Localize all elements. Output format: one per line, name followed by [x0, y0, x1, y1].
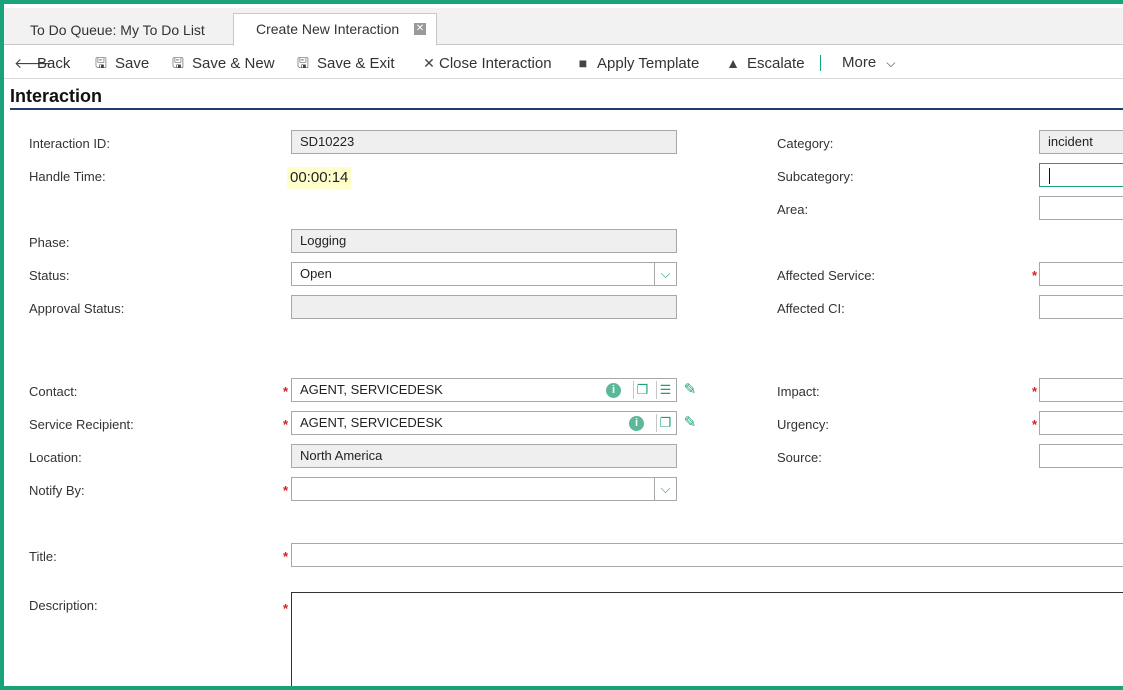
- section-title: Interaction: [10, 86, 103, 106]
- required-marker: *: [1032, 384, 1038, 399]
- section-divider: [10, 108, 1123, 110]
- interaction-id-label: Interaction ID:: [29, 136, 110, 151]
- location-label: Location:: [29, 450, 82, 465]
- list-icon[interactable]: ☰: [656, 381, 674, 399]
- approval-status-label: Approval Status:: [29, 301, 125, 316]
- notify-by-select[interactable]: ⌵: [291, 477, 677, 501]
- urgency-input[interactable]: [1039, 411, 1123, 435]
- urgency-label: Urgency:: [777, 417, 830, 432]
- affected-service-input[interactable]: [1039, 262, 1123, 286]
- info-icon[interactable]: i: [606, 383, 621, 398]
- status-value: Open: [300, 266, 332, 281]
- phase-label: Phase:: [29, 235, 70, 250]
- source-label: Source:: [777, 450, 822, 465]
- approval-status-field: [291, 295, 677, 319]
- required-marker: *: [283, 601, 289, 616]
- interaction-id-field: SD10223: [291, 130, 677, 154]
- description-textarea[interactable]: [291, 592, 1123, 686]
- location-field: North America: [291, 444, 677, 468]
- back-button[interactable]: 🡐Back: [14, 51, 70, 75]
- escalate-button[interactable]: ▲ Escalate: [724, 51, 804, 75]
- affected-ci-input[interactable]: [1039, 295, 1123, 319]
- title-label: Title:: [29, 549, 57, 564]
- impact-label: Impact:: [777, 384, 820, 399]
- status-select[interactable]: Open ⌵: [291, 262, 677, 286]
- required-marker: *: [1032, 417, 1038, 432]
- open-record-icon[interactable]: ❐: [656, 414, 674, 432]
- tab-bar: To Do Queue: My To Do List Create New In…: [4, 8, 1123, 46]
- save-exit-button[interactable]: 🖫 Save & Exit: [294, 51, 395, 75]
- handle-time-label: Handle Time:: [29, 169, 106, 184]
- toolbar: 🡐Back 🖫 Save 🖫 Save & New 🖫 Save & Exit ✕ Cl…: [4, 46, 1123, 79]
- source-input[interactable]: [1039, 444, 1123, 468]
- tab-close-icon[interactable]: ✕: [414, 23, 426, 35]
- save-icon: 🖫: [95, 55, 107, 71]
- handle-time-value: 00:00:14: [287, 167, 352, 189]
- subcategory-input[interactable]: [1039, 163, 1123, 187]
- back-arrow-icon: 🡐: [14, 55, 52, 71]
- status-label: Status:: [29, 268, 70, 283]
- text-cursor: [1049, 167, 1050, 184]
- service-recipient-label: Service Recipient:: [29, 417, 134, 432]
- category-field: incident: [1039, 130, 1123, 154]
- apply-template-button[interactable]: ■ Apply Template: [574, 51, 700, 75]
- title-input[interactable]: [291, 543, 1123, 567]
- notify-by-label: Notify By:: [29, 483, 85, 498]
- save-new-icon: 🖫: [172, 55, 184, 71]
- service-recipient-value: AGENT, SERVICEDESK: [300, 415, 443, 430]
- open-record-icon[interactable]: ❐: [633, 381, 651, 399]
- save-exit-icon: 🖫: [297, 55, 309, 71]
- affected-ci-label: Affected CI:: [777, 301, 845, 316]
- required-marker: *: [283, 384, 289, 399]
- affected-service-label: Affected Service:: [777, 268, 876, 283]
- app-frame: To Do Queue: My To Do List Create New In…: [0, 0, 1123, 690]
- subcategory-label: Subcategory:: [777, 169, 854, 184]
- required-marker: *: [1032, 268, 1038, 283]
- more-menu-button[interactable]: More ⌵: [842, 51, 895, 75]
- save-new-button[interactable]: 🖫 Save & New: [169, 51, 275, 75]
- close-x-icon: ✕: [423, 55, 435, 71]
- info-icon[interactable]: i: [629, 416, 644, 431]
- close-interaction-button[interactable]: ✕ Close Interaction: [420, 51, 551, 75]
- contact-value: AGENT, SERVICEDESK: [300, 382, 443, 397]
- edit-link-icon[interactable]: ✎: [680, 413, 700, 433]
- tab-todo-queue[interactable]: To Do Queue: My To Do List: [16, 16, 219, 45]
- chevron-down-icon: ⌵: [886, 56, 896, 70]
- contact-label: Contact:: [29, 384, 78, 399]
- required-marker: *: [283, 417, 289, 432]
- save-button[interactable]: 🖫 Save: [92, 51, 149, 75]
- toolbar-separator: [820, 55, 821, 71]
- required-marker: *: [283, 483, 289, 498]
- area-input[interactable]: [1039, 196, 1123, 220]
- area-label: Area:: [777, 202, 809, 217]
- chevron-down-icon[interactable]: ⌵: [654, 478, 676, 500]
- tab-create-new-interaction[interactable]: Create New Interaction ✕: [233, 13, 437, 46]
- contact-field[interactable]: AGENT, SERVICEDESK i ❐ ☰: [291, 378, 677, 402]
- category-label: Category:: [777, 136, 834, 151]
- escalate-icon: ▲: [726, 55, 740, 71]
- tab-label: Create New Interaction: [256, 21, 400, 37]
- phase-field: Logging: [291, 229, 677, 253]
- edit-link-icon[interactable]: ✎: [680, 380, 700, 400]
- impact-input[interactable]: [1039, 378, 1123, 402]
- template-icon: ■: [578, 55, 588, 71]
- chevron-down-icon[interactable]: ⌵: [654, 263, 676, 285]
- required-marker: *: [283, 549, 289, 564]
- description-label: Description:: [29, 598, 98, 613]
- service-recipient-field[interactable]: AGENT, SERVICEDESK i ❐: [291, 411, 677, 435]
